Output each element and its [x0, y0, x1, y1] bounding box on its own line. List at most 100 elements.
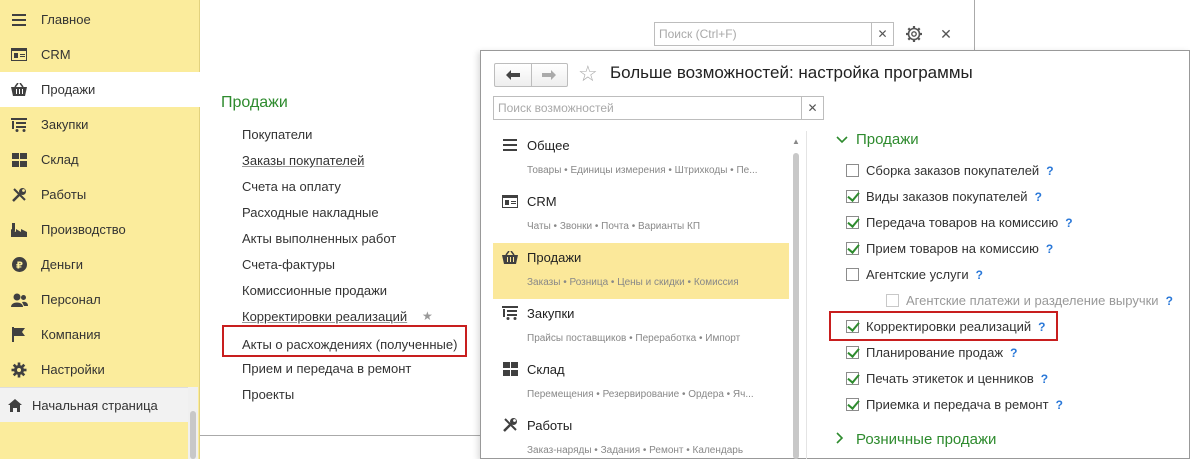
help-icon[interactable]: ?: [1046, 242, 1053, 256]
close-icon: ✕: [877, 27, 888, 41]
checkbox[interactable]: [846, 268, 859, 281]
option-sales-planning[interactable]: Планирование продаж ?: [846, 345, 1017, 360]
option-order-assembly[interactable]: Сборка заказов покупателей ?: [846, 163, 1054, 178]
option-label: Планирование продаж: [866, 345, 1004, 360]
sidebar-item-purchases[interactable]: Закупки: [0, 107, 200, 142]
link-sales-adjustments[interactable]: Корректировки реализаций: [242, 309, 407, 324]
category-name: Закупки: [527, 305, 575, 321]
option-commission-transfer[interactable]: Передача товаров на комиссию ?: [846, 215, 1073, 230]
help-icon[interactable]: ?: [1010, 346, 1017, 360]
category-description: Заказ-наряды • Задания • Ремонт • Календ…: [527, 445, 744, 456]
checkbox[interactable]: [846, 346, 859, 359]
link-customer-orders[interactable]: Заказы покупателей: [242, 153, 364, 168]
sidebar-item-label: Настройки: [41, 362, 105, 377]
group-title: Розничные продажи: [856, 431, 997, 448]
category-scrollbar[interactable]: ▲: [791, 131, 801, 459]
checkbox: [886, 294, 899, 307]
option-commission-receipt[interactable]: Прием товаров на комиссию ?: [846, 241, 1053, 256]
sidebar-item-warehouse[interactable]: Склад: [0, 142, 200, 177]
sidebar-item-label: Главное: [41, 12, 91, 27]
home-page-button[interactable]: Начальная страница: [0, 387, 188, 422]
category-purchases[interactable]: Закупки Прайсы поставщиков • Переработка…: [493, 299, 789, 355]
option-order-types[interactable]: Виды заказов покупателей ?: [846, 189, 1042, 204]
sidebar-item-company[interactable]: Компания: [0, 317, 200, 352]
features-search-field[interactable]: Поиск возможностей ✕: [493, 96, 824, 120]
category-crm[interactable]: CRM Чаты • Звонки • Почта • Варианты КП: [493, 187, 789, 243]
option-label: Передача товаров на комиссию: [866, 215, 1059, 230]
option-agency-services[interactable]: Агентские услуги ?: [846, 267, 983, 282]
link-customers[interactable]: Покупатели: [242, 127, 312, 142]
group-title: Продажи: [856, 131, 919, 148]
category-works[interactable]: Работы Заказ-наряды • Задания • Ремонт •…: [493, 411, 789, 459]
sidebar: Главное CRM Продажи Закупки Склад Работы: [0, 0, 200, 459]
link-sales-invoices[interactable]: Расходные накладные: [242, 205, 379, 220]
features-settings-window: ☆ Больше возможностей: настройка програм…: [480, 50, 1190, 459]
sidebar-item-works[interactable]: Работы: [0, 177, 200, 212]
sidebar-item-main[interactable]: Главное: [0, 2, 200, 37]
help-icon[interactable]: ?: [1046, 164, 1053, 178]
link-work-acts[interactable]: Акты выполненных работ: [242, 231, 396, 246]
scrollbar-thumb[interactable]: [793, 153, 799, 459]
checkbox[interactable]: [846, 398, 859, 411]
category-description: Товары • Единицы измерения • Штрихкоды •…: [527, 165, 758, 176]
close-panel-button[interactable]: ✕: [936, 22, 956, 46]
sidebar-item-settings[interactable]: Настройки: [0, 352, 200, 387]
link-tax-invoices[interactable]: Счета-фактуры: [242, 257, 335, 272]
purchases-icon: [10, 116, 28, 134]
clear-search-button[interactable]: ✕: [871, 23, 893, 45]
checkbox[interactable]: [846, 216, 859, 229]
help-icon[interactable]: ?: [1056, 398, 1063, 412]
back-button[interactable]: [495, 64, 531, 86]
sidebar-item-label: Компания: [41, 327, 101, 342]
arrow-left-icon: [505, 70, 520, 80]
home-page-label: Начальная страница: [32, 397, 158, 413]
search-field[interactable]: Поиск (Ctrl+F) ✕: [654, 22, 894, 46]
group-sales-header[interactable]: Продажи: [836, 131, 919, 148]
sidebar-item-label: Работы: [41, 187, 87, 202]
basket-icon: [10, 81, 28, 99]
sidebar-item-sales[interactable]: Продажи: [0, 72, 200, 107]
option-agency-payments: Агентские платежи и разделение выручки ?: [886, 293, 1173, 308]
help-icon[interactable]: ?: [976, 268, 983, 282]
link-invoices-for-payment[interactable]: Счета на оплату: [242, 179, 341, 194]
sidebar-item-crm[interactable]: CRM: [0, 37, 200, 72]
forward-button[interactable]: [530, 64, 568, 86]
tools-icon: [10, 186, 28, 204]
search-input[interactable]: Поиск (Ctrl+F): [655, 27, 871, 41]
favorite-star-icon[interactable]: ☆: [578, 60, 598, 88]
option-label: Агентские услуги: [866, 267, 969, 282]
checkbox[interactable]: [846, 164, 859, 177]
chevron-right-icon: [836, 432, 848, 447]
option-label: Прием товаров на комиссию: [866, 241, 1039, 256]
checkbox[interactable]: [846, 372, 859, 385]
option-label-printing[interactable]: Печать этикеток и ценников ?: [846, 371, 1048, 386]
help-icon[interactable]: ?: [1166, 294, 1173, 308]
scroll-up-icon[interactable]: ▲: [792, 137, 800, 146]
sidebar-scrollbar[interactable]: [188, 387, 198, 459]
category-name: Продажи: [527, 249, 582, 265]
help-icon[interactable]: ?: [1065, 216, 1072, 230]
link-repair-transfer[interactable]: Прием и передача в ремонт: [242, 361, 411, 376]
features-search-input[interactable]: Поиск возможностей: [494, 101, 801, 115]
menu-icon: [10, 11, 28, 29]
checkbox[interactable]: [846, 190, 859, 203]
category-description: Заказы • Розница • Цены и скидки • Комис…: [527, 277, 739, 288]
help-icon[interactable]: ?: [1041, 372, 1048, 386]
category-warehouse[interactable]: Склад Перемещения • Резервирование • Орд…: [493, 355, 789, 411]
clear-search-button[interactable]: ✕: [801, 97, 823, 119]
option-repair-acceptance[interactable]: Приемка и передача в ремонт ?: [846, 397, 1063, 412]
sidebar-item-personnel[interactable]: Персонал: [0, 282, 200, 317]
scrollbar-thumb[interactable]: [190, 411, 196, 459]
window-title: Больше возможностей: настройка программы: [610, 63, 973, 82]
link-projects[interactable]: Проекты: [242, 387, 294, 402]
group-retail-header[interactable]: Розничные продажи: [836, 431, 996, 448]
sidebar-item-production[interactable]: Производство: [0, 212, 200, 247]
link-commission-sales[interactable]: Комиссионные продажи: [242, 283, 387, 298]
category-general[interactable]: Общее Товары • Единицы измерения • Штрих…: [493, 131, 789, 187]
help-icon[interactable]: ?: [1035, 190, 1042, 204]
panel-settings-button[interactable]: [902, 22, 926, 46]
sidebar-item-label: Персонал: [41, 292, 101, 307]
category-sales[interactable]: Продажи Заказы • Розница • Цены и скидки…: [493, 243, 789, 299]
checkbox[interactable]: [846, 242, 859, 255]
sidebar-item-money[interactable]: ₽ Деньги: [0, 247, 200, 282]
